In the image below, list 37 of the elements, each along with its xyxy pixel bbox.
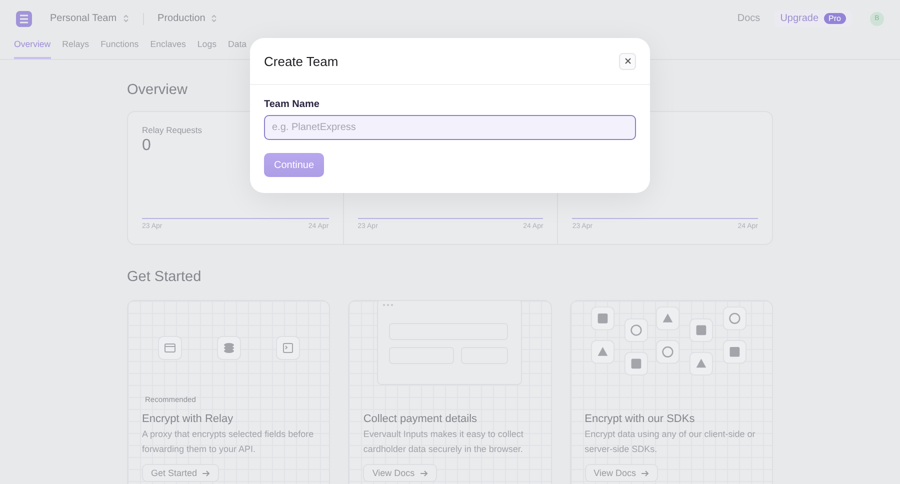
card-title: Encrypt with our SDKs bbox=[584, 413, 696, 425]
card-title: Collect payment details bbox=[363, 413, 478, 425]
chevron-updown-icon bbox=[122, 14, 129, 23]
section-heading: Overview bbox=[127, 81, 188, 100]
docs-link[interactable]: Docs bbox=[737, 13, 760, 24]
card-button[interactable]: View Docs bbox=[363, 464, 437, 482]
arrow-right-icon bbox=[641, 470, 650, 476]
card-title: Encrypt with Relay bbox=[142, 413, 234, 425]
nav-tab[interactable]: Enclaves bbox=[150, 37, 186, 59]
card-button[interactable]: View Docs bbox=[584, 464, 658, 482]
pro-badge: Pro bbox=[824, 13, 846, 24]
nav-tab[interactable]: Logs bbox=[197, 37, 216, 59]
upgrade-button[interactable]: Upgrade Pro bbox=[774, 10, 852, 27]
close-icon bbox=[624, 58, 630, 64]
environment-selector[interactable]: Production bbox=[158, 13, 218, 24]
stat-value: 0 bbox=[142, 137, 151, 155]
card-description: Encrypt data using any of our client-side or server-side SDKs. bbox=[584, 428, 756, 456]
stat-label: Relay Requests bbox=[142, 125, 202, 135]
card-description: Evervault Inputs makes it easy to collect cardholder data securely in the browser. bbox=[363, 428, 524, 456]
team-name-field[interactable]: e.g. PlanetExpress bbox=[264, 115, 636, 140]
nav-tab[interactable]: Functions bbox=[100, 37, 139, 59]
close-button[interactable] bbox=[619, 52, 636, 70]
database-icon bbox=[216, 336, 241, 360]
team-selector[interactable]: Personal Team bbox=[50, 13, 129, 24]
nav-tab[interactable]: Data bbox=[228, 37, 247, 59]
browser-window-icon bbox=[158, 336, 182, 360]
arrow-right-icon bbox=[202, 470, 210, 476]
chevron-updown-icon bbox=[211, 14, 218, 23]
nav-tab[interactable]: Relays bbox=[62, 37, 90, 59]
field-label: Team Name bbox=[264, 99, 320, 110]
section-heading: Get Started bbox=[127, 268, 202, 287]
card-button[interactable]: Get Started bbox=[142, 464, 220, 482]
card-description: A proxy that encrypts selected fields before forwarding them to your API. bbox=[142, 428, 315, 456]
nav-tab[interactable]: Overview bbox=[14, 37, 51, 59]
modal-title: Create Team bbox=[264, 54, 338, 68]
terminal-icon bbox=[276, 336, 300, 360]
arrow-right-icon bbox=[420, 470, 428, 476]
